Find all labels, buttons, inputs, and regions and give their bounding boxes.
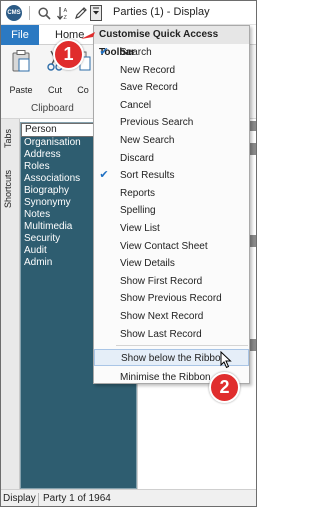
title-bar: CMS AZ Parties (1) - Display (1, 1, 256, 25)
menu-item-label: Cancel (120, 99, 152, 111)
clipboard-group-label: Clipboard (31, 103, 74, 114)
menu-item-view-list[interactable]: View List (94, 220, 249, 237)
paste-button[interactable]: Paste (7, 49, 35, 95)
menu-item-show-last-record[interactable]: Show Last Record (94, 326, 249, 343)
menu-item-previous-search[interactable]: Previous Search (94, 114, 249, 131)
status-mode: Display (3, 493, 36, 504)
menu-divider (116, 345, 248, 347)
menu-item-label: View List (120, 223, 160, 234)
menu-item-label: Minimise the Ribbon (120, 372, 211, 384)
menu-item-label: Spelling (120, 205, 156, 217)
menu-item-save-record[interactable]: Save Record (94, 79, 249, 96)
chevron-down-icon (93, 7, 99, 15)
cut-label: Cut (47, 85, 62, 95)
tab-file[interactable]: File (1, 25, 39, 45)
callout-badge-1: 1 (53, 39, 84, 70)
pen-icon[interactable] (73, 5, 88, 21)
menu-item-spelling[interactable]: Spelling (94, 202, 249, 219)
side-tab-tabs[interactable]: Tabs (3, 123, 18, 153)
menu-item-new-record[interactable]: New Record (94, 62, 249, 79)
menu-item-label: Save Record (120, 82, 178, 94)
callout-badge-2: 2 (209, 372, 240, 403)
menu-item-view-contact-sheet[interactable]: View Contact Sheet (94, 238, 249, 255)
status-bar: Display Party 1 of 1964 (1, 489, 256, 506)
menu-item-show-next-record[interactable]: Show Next Record (94, 308, 249, 325)
menu-item-label: View Contact Sheet (120, 240, 208, 252)
menu-item-label: Show Previous Record (120, 293, 222, 305)
menu-item-label: Show First Record (120, 275, 203, 287)
menu-item-new-search[interactable]: New Search (94, 132, 249, 149)
menu-item-cancel[interactable]: Cancel (94, 97, 249, 114)
callout-arrow (81, 32, 95, 39)
menu-item-label: Show below the Ribbon (121, 353, 227, 365)
customise-quick-access-menu: Customise Quick Access Toolbar ✔ Search Ne… (93, 25, 250, 384)
customise-toolbar-dropdown[interactable] (90, 5, 102, 21)
record-count: Party 1 of 1964 (43, 493, 111, 504)
menu-item-label: Search (120, 47, 152, 58)
menu-item-discard[interactable]: Discard (94, 150, 249, 167)
menu-item-show-first-record[interactable]: Show First Record (94, 273, 249, 290)
menu-item-label: View Details (120, 258, 175, 270)
svg-text:A: A (63, 8, 67, 14)
menu-item-label: Sort Results (120, 170, 175, 182)
menu-item-sort-results[interactable]: ✔ Sort Results (94, 167, 249, 184)
search-icon[interactable] (37, 5, 52, 21)
sort-icon[interactable]: AZ (55, 5, 70, 21)
paste-label: Paste (9, 85, 33, 95)
menu-item-label: Show Next Record (120, 311, 204, 322)
menu-item-show-previous-record[interactable]: Show Previous Record (94, 290, 249, 307)
menu-item-search[interactable]: ✔ Search (94, 44, 249, 61)
menu-item-label: New Search (120, 135, 175, 146)
side-tab-shortcuts[interactable]: Shortcuts (3, 159, 18, 219)
toolbar-divider (29, 6, 30, 20)
app-window: CMS AZ Parties (1) - Display File Home P… (0, 0, 257, 507)
menu-item-label: Reports (120, 187, 156, 199)
window-title: Parties (1) - Display (113, 6, 210, 18)
app-logo: CMS (6, 5, 22, 21)
menu-item-view-details[interactable]: View Details (94, 255, 249, 272)
menu-item-label: Discard (120, 152, 154, 164)
svg-text:Z: Z (63, 15, 67, 20)
side-tab-strip: Tabs Shortcuts (1, 119, 20, 489)
menu-item-label: Show Last Record (120, 328, 202, 340)
mouse-cursor-icon (220, 351, 232, 369)
check-icon: ✔ (99, 169, 109, 182)
menu-header: Customise Quick Access Toolbar (94, 26, 249, 58)
check-icon: ✔ (99, 46, 109, 58)
clipboard-icon (7, 49, 35, 75)
menu-item-label: Previous Search (120, 117, 194, 129)
menu-item-reports[interactable]: Reports (94, 185, 249, 202)
menu-item-label: New Record (120, 64, 176, 76)
status-divider (38, 493, 39, 506)
